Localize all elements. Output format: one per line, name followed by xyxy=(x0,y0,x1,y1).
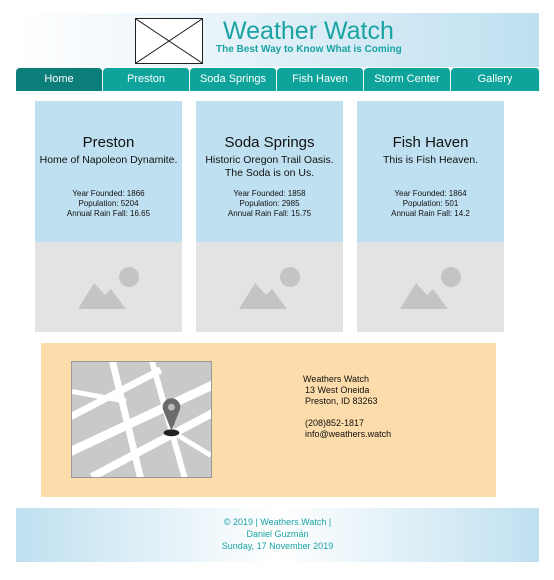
site-title: Weather Watch xyxy=(223,17,394,45)
nav-soda-springs[interactable]: Soda Springs xyxy=(190,68,277,91)
image-placeholder-icon xyxy=(135,18,203,64)
town-founded: Year Founded: 1866 xyxy=(72,189,145,198)
town-stats: Year Founded: 1858 Population: 2985 Annu… xyxy=(196,189,343,219)
site-tagline: The Best Way to Know What is Coming xyxy=(216,44,402,55)
town-name: Fish Haven xyxy=(392,134,469,151)
image-placeholder-icon xyxy=(35,242,182,332)
contact-section: Weathers Watch 13 West Oneida Preston, I… xyxy=(41,343,496,497)
image-placeholder-icon xyxy=(357,242,504,332)
town-stats: Year Founded: 1864 Population: 501 Annua… xyxy=(357,189,504,219)
town-card-info: Soda Springs Historic Oregon Trail Oasis… xyxy=(196,101,343,242)
email-link[interactable]: info@weathers.watch xyxy=(303,429,391,440)
town-card-fish-haven: Fish Haven This is Fish Heaven. Year Fou… xyxy=(357,101,504,332)
nav-storm-center[interactable]: Storm Center xyxy=(364,68,451,91)
town-stats: Year Founded: 1866 Population: 5204 Annu… xyxy=(35,189,182,219)
site-footer: © 2019 | Weathers.Watch | Daniel Guzmán … xyxy=(16,508,539,562)
town-rainfall: Annual Rain Fall: 16.65 xyxy=(66,209,151,218)
nav-gallery[interactable]: Gallery xyxy=(451,68,540,91)
street-address: 13 West Oneida xyxy=(305,385,370,395)
image-placeholder-icon xyxy=(196,242,343,332)
company-name: Weathers Watch xyxy=(303,374,370,384)
nav-preston[interactable]: Preston xyxy=(103,68,190,91)
town-card-soda-springs: Soda Springs Historic Oregon Trail Oasis… xyxy=(196,101,343,332)
town-rainfall: Annual Rain Fall: 15.75 xyxy=(227,209,312,218)
town-card-info: Fish Haven This is Fish Heaven. Year Fou… xyxy=(357,101,504,242)
town-population: Population: 5204 xyxy=(78,199,139,208)
main-nav: Home Preston Soda Springs Fish Haven Sto… xyxy=(16,68,540,91)
map-image[interactable] xyxy=(71,361,212,478)
town-founded: Year Founded: 1858 xyxy=(233,189,306,198)
site-header: Weather Watch The Best Way to Know What … xyxy=(16,13,539,67)
contact-address: Weathers Watch 13 West Oneida Preston, I… xyxy=(303,374,391,440)
footer-copyright: © 2019 | Weathers.Watch | xyxy=(223,517,332,527)
town-founded: Year Founded: 1864 xyxy=(394,189,467,198)
town-population: Population: 2985 xyxy=(239,199,300,208)
town-card-preston: Preston Home of Napoleon Dynamite. Year … xyxy=(35,101,182,332)
town-description: Historic Oregon Trail Oasis. The Soda is… xyxy=(205,154,334,179)
city-state-zip: Preston, ID 83263 xyxy=(305,396,378,406)
footer-date: Sunday, 17 November 2019 xyxy=(221,541,334,551)
phone-number: (208)852-1817 xyxy=(305,418,365,428)
town-name: Preston xyxy=(82,134,135,151)
town-name: Soda Springs xyxy=(224,134,315,151)
town-rainfall: Annual Rain Fall: 14.2 xyxy=(391,209,470,218)
town-card-info: Preston Home of Napoleon Dynamite. Year … xyxy=(35,101,182,242)
town-population: Population: 501 xyxy=(402,199,459,208)
town-description: Home of Napoleon Dynamite. xyxy=(39,154,178,166)
footer-author: Daniel Guzmán xyxy=(246,529,309,539)
nav-home[interactable]: Home xyxy=(16,68,103,91)
nav-fish-haven[interactable]: Fish Haven xyxy=(277,68,364,91)
town-description: This is Fish Heaven. xyxy=(382,154,479,166)
